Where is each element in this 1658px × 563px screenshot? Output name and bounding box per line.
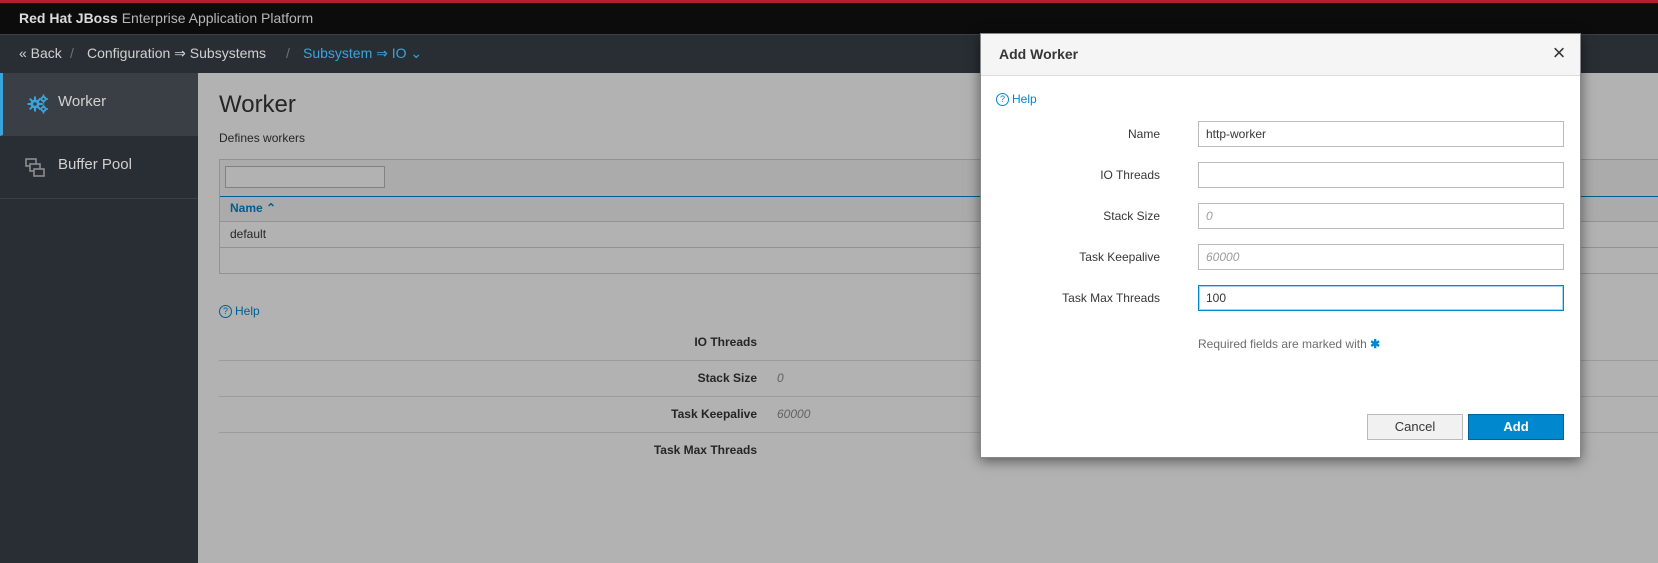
field-label: IO Threads — [1100, 168, 1160, 182]
required-fields-note: Required fields are marked with ✱ — [1198, 337, 1380, 351]
form-row-io-threads: IO Threads — [981, 162, 1580, 190]
buffer-pool-icon — [24, 156, 46, 178]
sidebar-item-worker[interactable]: Worker — [0, 73, 198, 136]
form-row-task-keepalive: Task Keepalive — [981, 244, 1580, 272]
help-label: Help — [1012, 92, 1037, 106]
sidebar-item-label: Buffer Pool — [58, 156, 132, 173]
task-max-threads-field[interactable] — [1198, 285, 1564, 311]
top-header: Red Hat JBoss Enterprise Application Pla… — [0, 3, 1658, 34]
field-label: Task Max Threads — [1062, 291, 1160, 305]
app-brand[interactable]: Red Hat JBoss Enterprise Application Pla… — [19, 10, 313, 26]
io-threads-field[interactable] — [1198, 162, 1564, 188]
breadcrumb-configuration[interactable]: Configuration ⇒ Subsystems — [87, 45, 266, 62]
task-keepalive-field[interactable] — [1198, 244, 1564, 270]
breadcrumb-separator: / — [70, 45, 74, 61]
field-label: Task Keepalive — [1079, 250, 1160, 264]
close-icon[interactable]: × — [1548, 42, 1570, 64]
required-star-icon: ✱ — [1370, 337, 1381, 351]
dialog-help-link[interactable]: ? Help — [996, 92, 1037, 106]
brand-product: Enterprise Application Platform — [117, 10, 314, 26]
field-label: Stack Size — [1103, 209, 1160, 223]
form-row-name: Name — [981, 121, 1580, 149]
form-row-stack-size: Stack Size — [981, 203, 1580, 231]
stack-size-field[interactable] — [1198, 203, 1564, 229]
name-field[interactable] — [1198, 121, 1564, 147]
sidebar: Worker Buffer Pool — [0, 73, 198, 563]
brand-name: Red Hat JBoss — [19, 10, 118, 26]
add-button[interactable]: Add — [1468, 414, 1564, 440]
form-row-task-max-threads: Task Max Threads — [981, 285, 1580, 313]
gears-icon — [27, 93, 49, 115]
sidebar-item-label: Worker — [58, 93, 107, 110]
breadcrumb-separator: / — [286, 45, 290, 61]
back-link[interactable]: « Back — [19, 45, 62, 61]
add-worker-dialog: Add Worker × ?Help Name IO Threads Stack… — [980, 33, 1581, 458]
breadcrumb-subsystem-dropdown[interactable]: Subsystem ⇒ IO ⌄ — [303, 45, 422, 62]
sidebar-item-buffer-pool[interactable]: Buffer Pool — [0, 136, 198, 199]
help-icon: ? — [996, 93, 1009, 106]
dialog-title: Add Worker — [999, 46, 1079, 62]
dialog-header: Add Worker × — [981, 34, 1580, 76]
required-note-text: Required fields are marked with — [1198, 337, 1367, 351]
cancel-button[interactable]: Cancel — [1367, 414, 1463, 440]
field-label: Name — [1127, 127, 1160, 141]
